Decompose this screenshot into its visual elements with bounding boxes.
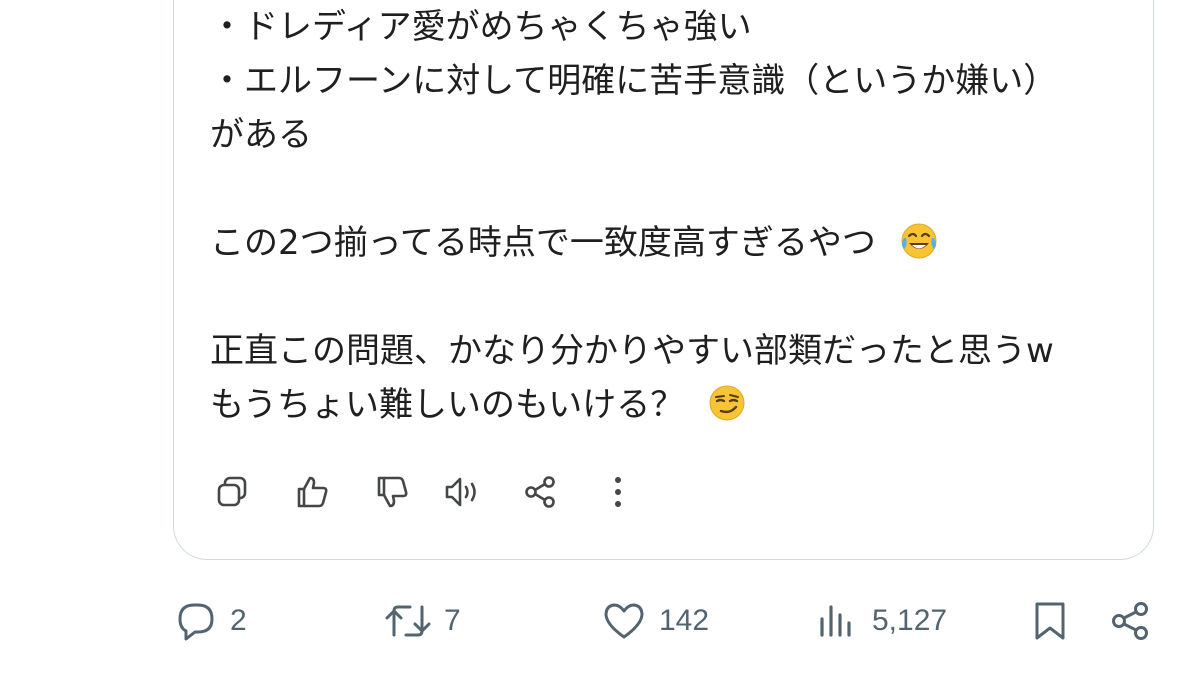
response-line-2: ・エルフーンに対して明確に苦手意識（というか嫌い） (210, 61, 1058, 101)
thumbs-up-icon (297, 476, 328, 508)
response-line-3: がある (210, 115, 312, 155)
views-button[interactable]: 5,127 (816, 596, 947, 646)
reply-icon (178, 603, 214, 641)
copy-icon (217, 476, 247, 507)
share-response-button[interactable] (518, 470, 562, 514)
like-count: 142 (659, 604, 710, 637)
view-count: 5,127 (872, 604, 948, 637)
repost-count: 7 (444, 604, 461, 637)
repost-button[interactable]: 7 (384, 596, 461, 646)
response-line-4: この2つ揃ってる時点で一致度高すぎるやつ (210, 216, 1140, 270)
repost-icon (385, 605, 431, 637)
reply-count: 2 (230, 604, 247, 637)
copy-button[interactable] (210, 470, 254, 514)
response-line-1: ・ドレディア愛がめちゃくちゃ強い (210, 7, 752, 47)
smirking-face-icon (709, 385, 745, 421)
share-post-icon (1112, 602, 1148, 640)
share-icon (525, 476, 555, 508)
reply-button[interactable]: 2 (174, 596, 247, 646)
bookmark-button[interactable] (1030, 596, 1070, 646)
thumbs-down-icon (377, 476, 408, 508)
face-with-tears-of-joy-icon (901, 223, 937, 259)
views-icon (820, 605, 851, 637)
response-line-5: 正直この問題、かなり分かりやすい部類だったと思うw (210, 331, 1054, 371)
more-options-icon (615, 477, 621, 507)
response-line-6: もうちょい難しいのもいける？ (210, 378, 1140, 432)
response-line-6-text: もうちょい難しいのもいける？ (210, 385, 685, 425)
more-options-button[interactable] (596, 470, 640, 514)
share-post-button[interactable] (1108, 596, 1154, 646)
response-line-4-text: この2つ揃ってる時点で一致度高すぎるやつ (210, 223, 876, 263)
bad-response-button[interactable] (370, 470, 414, 514)
read-aloud-icon (445, 477, 476, 507)
good-response-button[interactable] (290, 470, 334, 514)
heart-icon (604, 603, 644, 639)
bookmark-icon (1035, 602, 1065, 640)
like-button[interactable]: 142 (601, 596, 709, 646)
read-aloud-button[interactable] (440, 470, 484, 514)
